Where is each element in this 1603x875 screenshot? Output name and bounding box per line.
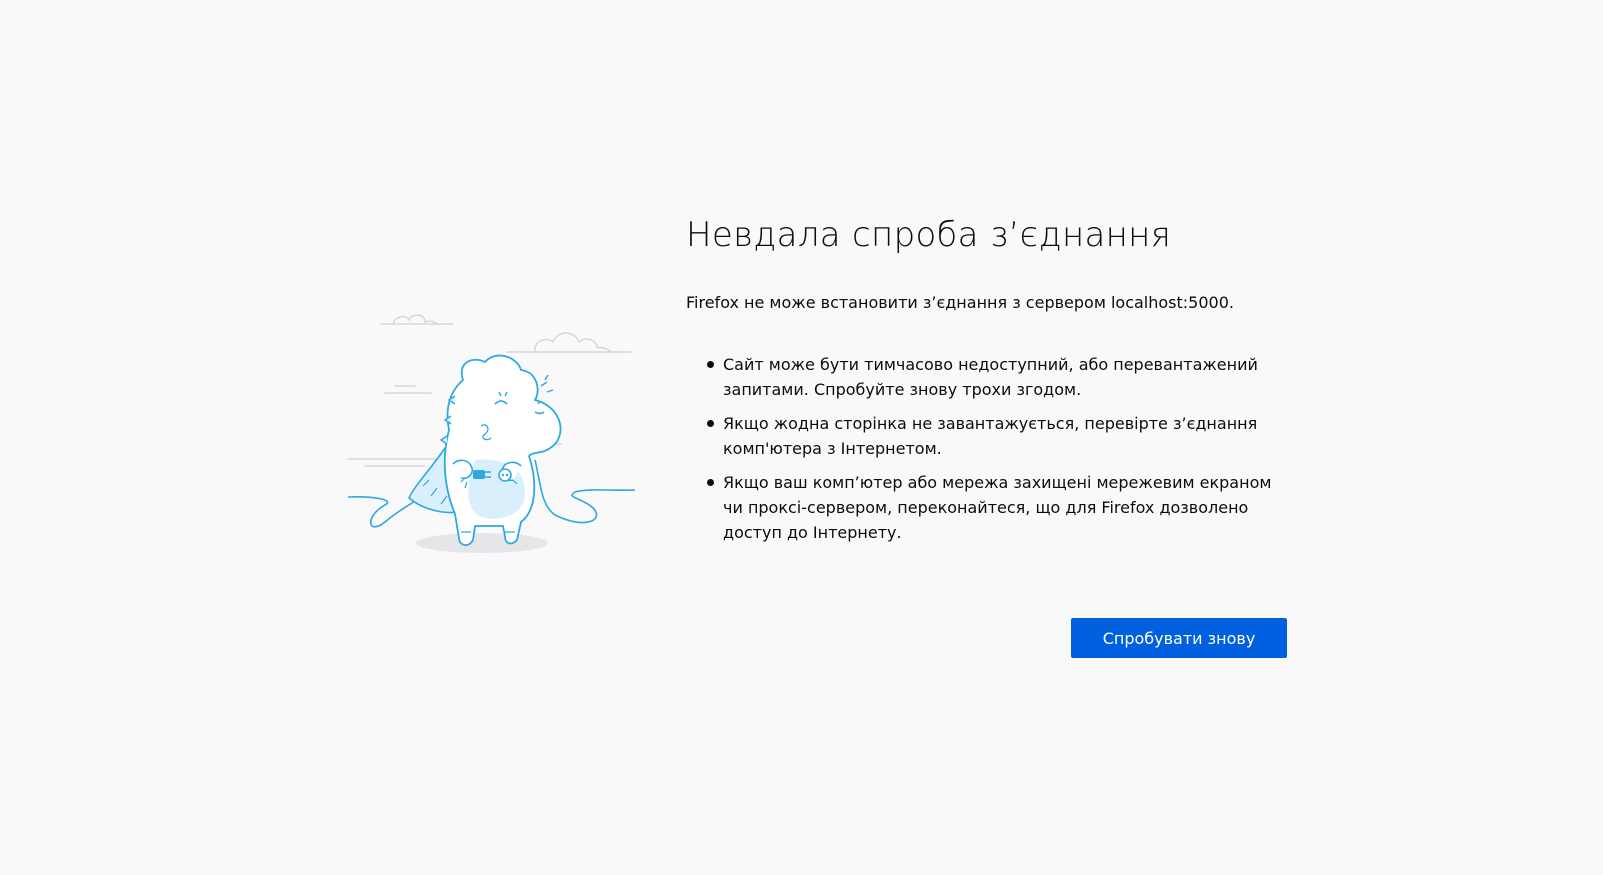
tip-text: Сайт може бути тимчасово недоступний, аб… bbox=[723, 355, 1258, 399]
retry-button[interactable]: Спробувати знову bbox=[1071, 618, 1287, 658]
tips-list: Сайт може бути тимчасово недоступний, аб… bbox=[686, 352, 1286, 545]
bullet-icon bbox=[707, 479, 714, 486]
error-content: Невдала спроба з’єднання Firefox не може… bbox=[686, 212, 1286, 554]
disconnected-dinosaur-illustration bbox=[345, 300, 637, 562]
actions: Спробувати знову bbox=[1071, 618, 1287, 658]
tip-text: Якщо ваш комп’ютер або мережа захищені м… bbox=[723, 473, 1272, 542]
list-item: Якщо жодна сторінка не завантажується, п… bbox=[686, 411, 1286, 461]
error-page: Невдала спроба з’єднання Firefox не може… bbox=[0, 0, 1603, 875]
error-description: Firefox не може встановити з’єднання з с… bbox=[686, 293, 1234, 312]
tip-text: Якщо жодна сторінка не завантажується, п… bbox=[723, 414, 1258, 458]
list-item: Сайт може бути тимчасово недоступний, аб… bbox=[686, 352, 1286, 402]
list-item: Якщо ваш комп’ютер або мережа захищені м… bbox=[686, 470, 1286, 545]
bullet-icon bbox=[707, 361, 714, 368]
bullet-icon bbox=[707, 420, 714, 427]
page-title: Невдала спроба з’єднання bbox=[686, 215, 1172, 255]
